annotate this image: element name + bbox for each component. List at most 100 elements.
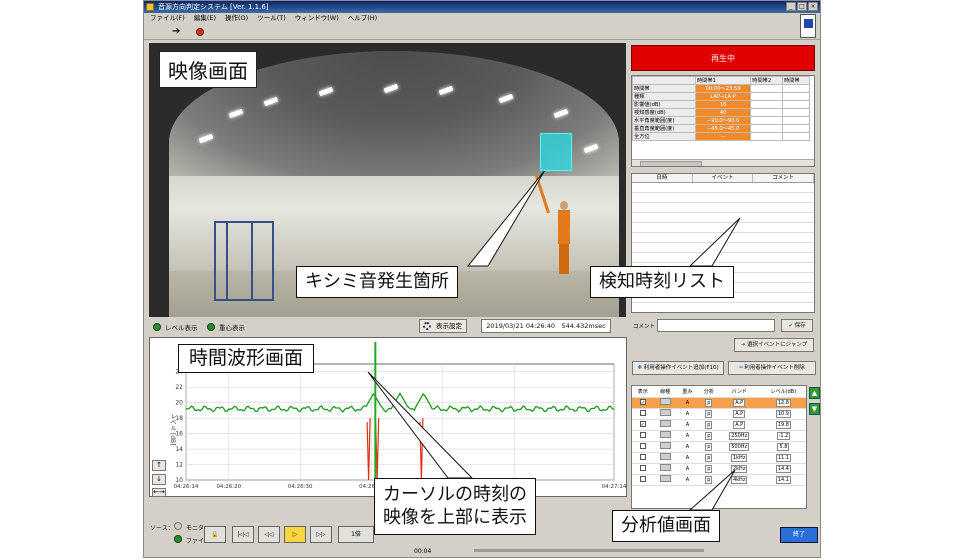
scale-up-button[interactable]: ↑ — [152, 460, 166, 471]
comment-input[interactable] — [657, 319, 775, 332]
exit-button[interactable]: 終了 — [780, 527, 818, 543]
line-style-swatch[interactable] — [659, 431, 671, 438]
menu-window[interactable]: ウィンドウ(W) — [295, 13, 339, 24]
list-item[interactable] — [632, 223, 814, 233]
line-style-swatch[interactable] — [659, 398, 671, 405]
analysis-row[interactable]: ✓ Ap A.P 12.8 — [632, 397, 806, 409]
analysis-row[interactable]: Ap 4kHz 14.1 — [632, 474, 806, 486]
speed-select[interactable]: 1倍 — [338, 526, 374, 543]
band-select[interactable]: 2kHz — [730, 464, 748, 473]
center-display-radio[interactable] — [207, 323, 215, 331]
grid-cell[interactable]: 16 — [694, 100, 752, 109]
display-checkbox[interactable] — [639, 409, 646, 416]
display-checkbox[interactable]: ✓ — [639, 421, 646, 428]
rewind-button[interactable]: ◁◁ — [258, 526, 280, 543]
analysis-select[interactable]: p — [705, 442, 713, 451]
minimize-button[interactable]: _ — [786, 2, 796, 11]
menu-file[interactable]: ファイル(F) — [150, 13, 185, 24]
grid-cell[interactable]: −45.0〜45.0 — [694, 124, 752, 133]
grid-cell[interactable]: 40 — [694, 108, 752, 117]
line-style-swatch[interactable] — [659, 442, 671, 449]
band-select[interactable]: 500Hz — [729, 442, 750, 451]
band-select[interactable]: A.P — [733, 420, 746, 429]
display-checkbox[interactable] — [639, 475, 646, 482]
save-button[interactable]: ✔ 保存 — [781, 319, 813, 332]
record-icon[interactable] — [196, 28, 204, 36]
display-checkbox[interactable] — [639, 431, 646, 438]
timestamp-display: 2019/03/21 04:26:40 544.432msec — [481, 319, 611, 333]
analysis-row[interactable]: Ap 500Hz 5.8 — [632, 441, 806, 453]
analysis-select[interactable]: p — [705, 409, 713, 418]
menu-edit[interactable]: 編集(E) — [194, 13, 216, 24]
list-item[interactable] — [632, 233, 814, 243]
level-display-radio[interactable] — [153, 323, 161, 331]
skip-back-button[interactable]: |◁◁ — [232, 526, 254, 543]
settings-grid[interactable]: 時間帯1 時間帯2 時間帯 時間帯 00:00〜23:59 種類 LAP→LA,P … — [631, 75, 815, 167]
line-style-swatch[interactable] — [659, 453, 671, 460]
jump-to-event-button[interactable]: ➜ 選択イベントにジャンプ — [734, 338, 814, 352]
horizontal-scrollbar[interactable] — [632, 159, 814, 166]
zoom-out-button[interactable]: ←→ — [152, 488, 166, 497]
event-col-datetime[interactable]: 日時 — [632, 174, 693, 182]
analysis-select[interactable]: p — [705, 398, 713, 407]
analysis-select[interactable]: p — [705, 453, 713, 462]
file-radio[interactable] — [174, 535, 182, 543]
arrow-right-icon[interactable]: ➔ — [172, 26, 180, 37]
analysis-select[interactable]: p — [705, 464, 713, 473]
list-item[interactable] — [632, 193, 814, 203]
band-select[interactable]: 4kHz — [730, 475, 748, 484]
display-checkbox[interactable] — [639, 442, 646, 449]
band-select[interactable]: A.P — [733, 398, 746, 407]
fast-forward-button[interactable]: ▷▷ — [310, 526, 332, 543]
menu-help[interactable]: ヘルプ(H) — [348, 13, 377, 24]
event-col-event[interactable]: イベント — [693, 174, 754, 182]
display-checkbox[interactable] — [639, 453, 646, 460]
waveform-panel[interactable]: 101214161820222404:26:1404:26:2004:26:30… — [149, 337, 627, 497]
grid-cell[interactable]: −90.0〜90.0 — [694, 116, 752, 125]
band-select[interactable]: A.P — [733, 409, 746, 418]
analysis-select[interactable]: p — [705, 431, 713, 440]
list-item[interactable] — [632, 203, 814, 213]
grid-cell[interactable]: − — [694, 132, 752, 141]
scale-down-button[interactable]: ↓ — [152, 474, 166, 485]
play-button[interactable]: ▷ — [284, 526, 306, 543]
move-up-button[interactable]: ▲ — [809, 387, 820, 399]
analysis-row[interactable]: Ap 2kHz 14.4 — [632, 463, 806, 475]
jump-icon: ➜ — [740, 342, 746, 348]
list-item[interactable] — [632, 213, 814, 223]
analysis-row[interactable]: ✓ Ap A.P 19.8 — [632, 419, 806, 431]
list-item[interactable] — [632, 183, 814, 193]
close-button[interactable]: × — [808, 2, 818, 11]
analysis-row[interactable]: Ap 250Hz -1.2 — [632, 430, 806, 442]
line-style-swatch[interactable] — [659, 409, 671, 416]
x-tick-label: 04:26:20 — [216, 484, 241, 490]
monitor-radio[interactable] — [174, 522, 182, 530]
move-down-button[interactable]: ▼ — [809, 403, 820, 415]
line-style-swatch[interactable] — [659, 420, 671, 427]
analysis-row[interactable]: Ap A.P 10.9 — [632, 408, 806, 420]
maximize-button[interactable]: □ — [797, 2, 807, 11]
line-style-swatch[interactable] — [659, 475, 671, 482]
display-checkbox[interactable] — [639, 464, 646, 471]
play-status-banner: 再生中 — [631, 45, 815, 71]
band-select[interactable]: 250Hz — [729, 431, 750, 440]
line-style-swatch[interactable] — [659, 464, 671, 471]
delete-event-button[interactable]: ━ 利用者操作イベント削除 — [728, 361, 816, 375]
lock-button[interactable]: 🔒 — [204, 526, 226, 543]
analysis-panel[interactable]: 表示 線種 重み 分析 バンド レベル(dB) ✓ Ap A.P 12.8 Ap A.P 1… — [631, 385, 807, 509]
display-settings-button[interactable]: 表示設定 — [419, 319, 467, 333]
event-col-comment[interactable]: コメント — [753, 174, 815, 182]
list-item[interactable] — [632, 243, 814, 253]
analysis-select[interactable]: p — [705, 475, 713, 484]
list-item[interactable] — [632, 253, 814, 263]
grid-cell[interactable]: 00:00〜23:59 — [694, 84, 752, 93]
timeline-slider[interactable] — [474, 549, 704, 552]
analysis-row[interactable]: Ap 1kHz 11.1 — [632, 452, 806, 464]
menu-tools[interactable]: ツール(T) — [257, 13, 286, 24]
analysis-select[interactable]: p — [705, 420, 713, 429]
add-event-button[interactable]: ✚ 利用者操作イベント追加(F10) — [632, 361, 724, 375]
display-checkbox[interactable]: ✓ — [639, 399, 646, 406]
band-select[interactable]: 1kHz — [730, 453, 748, 462]
menu-operation[interactable]: 操作(O) — [225, 13, 248, 24]
grid-cell[interactable]: LAP→LA,P — [694, 92, 752, 101]
